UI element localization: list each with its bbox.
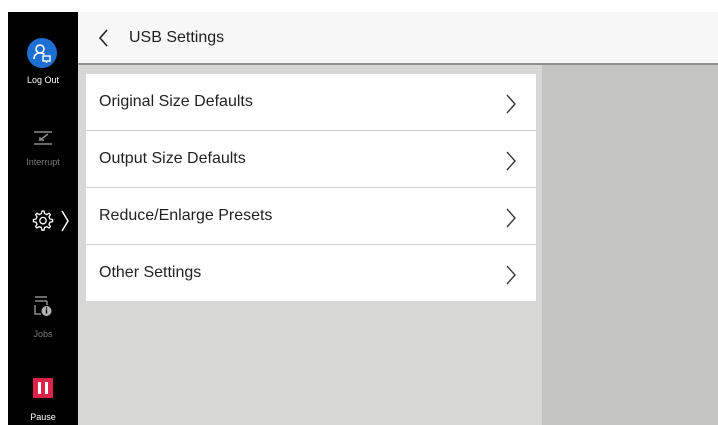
right-panel [542,65,718,425]
chevron-right-icon [506,151,516,171]
interrupt-button[interactable]: Interrupt [8,120,78,172]
jobs-label: Jobs [33,329,53,339]
chevron-left-icon [98,29,108,47]
sidebar: Log Out Interrupt Jobs Pause [8,12,78,425]
jobs-icon [32,294,54,322]
list-item-label: Output Size Defaults [99,150,246,167]
pause-icon [33,378,53,398]
pause-label: Pause [30,412,56,422]
list-item-other-settings[interactable]: Other Settings [86,245,536,301]
list-item-reduce-enlarge-presets[interactable]: Reduce/Enlarge Presets [86,188,536,245]
logout-button[interactable]: Log Out [8,30,78,88]
interrupt-icon [32,128,54,152]
settings-list: Original Size Defaults Output Size Defau… [86,74,536,301]
list-item-label: Reduce/Enlarge Presets [99,207,273,224]
settings-button[interactable] [8,204,78,238]
chevron-right-icon [506,265,516,285]
interrupt-label: Interrupt [26,157,60,167]
pause-button[interactable]: Pause [8,374,78,425]
list-item-output-size-defaults[interactable]: Output Size Defaults [86,131,536,188]
jobs-button[interactable]: Jobs [8,292,78,344]
page-title: USB Settings [129,29,225,46]
chevron-right-icon [60,209,70,237]
gear-icon [32,210,54,236]
chevron-right-icon [506,208,516,228]
chevron-right-icon [506,94,516,114]
logout-label: Log Out [26,75,60,85]
back-button[interactable] [92,22,120,54]
header-bar: USB Settings [78,12,718,65]
logout-icon [27,38,57,68]
list-item-label: Other Settings [99,264,202,281]
list-item-original-size-defaults[interactable]: Original Size Defaults [86,74,536,131]
list-item-label: Original Size Defaults [99,93,253,110]
